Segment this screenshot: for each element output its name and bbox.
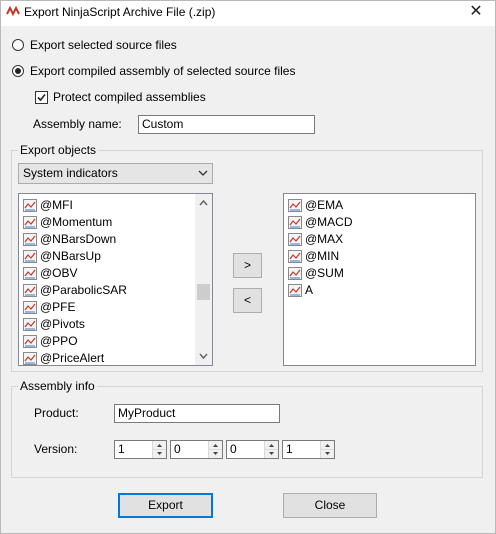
selected-list-item[interactable]: @MAX [288,231,343,248]
list-item-label: @PFE [40,300,76,314]
ninjatrader-logo-icon [6,5,20,17]
stepper-buttons [152,441,166,458]
stepper-up-icon[interactable] [321,441,334,450]
protect-assemblies-checkbox[interactable] [35,91,48,104]
selected-list-item[interactable]: @EMA [288,197,343,214]
list-item-label: @NBarsUp [40,249,101,263]
stepper-up-icon[interactable] [265,441,278,450]
available-list-item[interactable]: @PriceAlert [23,350,105,365]
indicator-chart-icon [23,335,37,349]
available-objects-list[interactable]: @MFI @Momentum @NBarsDown @NBarsUp @OBV @Para… [18,193,213,366]
stepper-down-icon[interactable] [321,450,334,458]
add-to-export-button[interactable]: > [233,253,262,278]
indicator-chart-icon [23,199,37,213]
indicator-chart-icon [23,233,37,247]
list-item-label: @MACD [305,215,353,229]
checkmark-icon [37,93,46,102]
scroll-thumb[interactable] [197,283,210,300]
indicator-chart-icon [23,267,37,281]
indicator-chart-icon [23,216,37,230]
scroll-up-icon[interactable] [199,199,208,206]
available-list-item[interactable]: @ParabolicSAR [23,282,127,299]
assembly-name-input[interactable]: Custom [138,115,315,134]
version-major-value: 1 [118,442,125,456]
stepper-up-icon[interactable] [153,441,166,450]
chevron-down-icon [198,170,208,176]
list-item-label: @OBV [40,266,78,280]
list-item-label: @MIN [305,249,340,263]
indicator-chart-icon [23,250,37,264]
indicator-chart-icon [23,284,37,298]
export-source-label[interactable]: Export selected source files [30,38,177,52]
list-item-label: @MFI [40,198,73,212]
indicator-chart-icon [288,233,302,247]
list-item-label: @Pivots [40,317,85,331]
version-minor-value: 0 [174,442,181,456]
export-objects-title: Export objects [18,143,99,157]
indicator-chart-icon [23,301,37,315]
selected-list-item[interactable]: @MIN [288,248,339,265]
close-window-icon[interactable]: ✕ [462,1,490,23]
available-list-item[interactable]: @OBV [23,265,78,282]
list-item-label: A [305,283,314,297]
selected-list-item[interactable]: A [288,282,313,299]
indicator-chart-icon [23,352,37,365]
list-item-label: @Momentum [40,215,113,229]
list-item-label: @NBarsDown [40,232,117,246]
stepper-down-icon[interactable] [153,450,166,458]
list-item-label: @PPO [40,334,78,348]
list-item-label: @MAX [305,232,344,246]
available-list-item[interactable]: @PFE [23,299,76,316]
object-type-dropdown[interactable]: System indicators [18,163,213,184]
available-list-item[interactable]: @PPO [23,333,78,350]
indicator-chart-icon [288,199,302,213]
list-item-label: @EMA [305,198,344,212]
available-list-item[interactable]: @NBarsDown [23,231,116,248]
list-item-label: @PriceAlert [40,351,105,365]
stepper-up-icon[interactable] [209,441,222,450]
stepper-down-icon[interactable] [209,450,222,458]
selected-objects-list[interactable]: @EMA @MACD @MAX @MIN @SUM A [283,193,476,366]
stepper-buttons [320,441,334,458]
list-item-label: @SUM [305,266,344,280]
version-revision-stepper[interactable]: 1 [282,440,335,459]
product-label: Product: [34,406,79,420]
close-button[interactable]: Close [283,493,377,518]
available-list-item[interactable]: @NBarsUp [23,248,101,265]
version-build-stepper[interactable]: 0 [226,440,279,459]
available-list-item[interactable]: @Pivots [23,316,85,333]
version-build-value: 0 [230,442,237,456]
indicator-chart-icon [23,318,37,332]
indicator-chart-icon [288,267,302,281]
stepper-down-icon[interactable] [265,450,278,458]
version-label: Version: [34,442,78,456]
indicator-chart-icon [288,284,302,298]
indicator-chart-icon [288,216,302,230]
export-compiled-label[interactable]: Export compiled assembly of selected sou… [30,64,295,78]
remove-from-export-button[interactable]: < [233,288,262,313]
indicator-chart-icon [288,250,302,264]
assembly-info-group [11,386,483,478]
stepper-buttons [264,441,278,458]
version-revision-value: 1 [286,442,293,456]
protect-assemblies-label[interactable]: Protect compiled assemblies [53,90,206,104]
export-button[interactable]: Export [118,493,213,518]
scroll-down-icon[interactable] [199,353,208,360]
assembly-name-label: Assembly name: [33,117,122,131]
available-list-item[interactable]: @Momentum [23,214,112,231]
list-item-label: @ParabolicSAR [40,283,127,297]
available-list-item[interactable]: @MFI [23,197,73,214]
version-major-stepper[interactable]: 1 [114,440,167,459]
window-title: Export NinjaScript Archive File (.zip) [24,5,216,19]
available-list-scrollbar[interactable] [195,194,212,365]
selected-list-item[interactable]: @MACD [288,214,353,231]
product-input[interactable]: MyProduct [114,404,280,423]
stepper-buttons [208,441,222,458]
selected-list-item[interactable]: @SUM [288,265,344,282]
object-type-value: System indicators [23,166,118,180]
assembly-info-title: Assembly info [18,379,97,393]
export-source-radio[interactable] [12,39,24,51]
version-minor-stepper[interactable]: 0 [170,440,223,459]
export-compiled-radio[interactable] [12,65,24,77]
